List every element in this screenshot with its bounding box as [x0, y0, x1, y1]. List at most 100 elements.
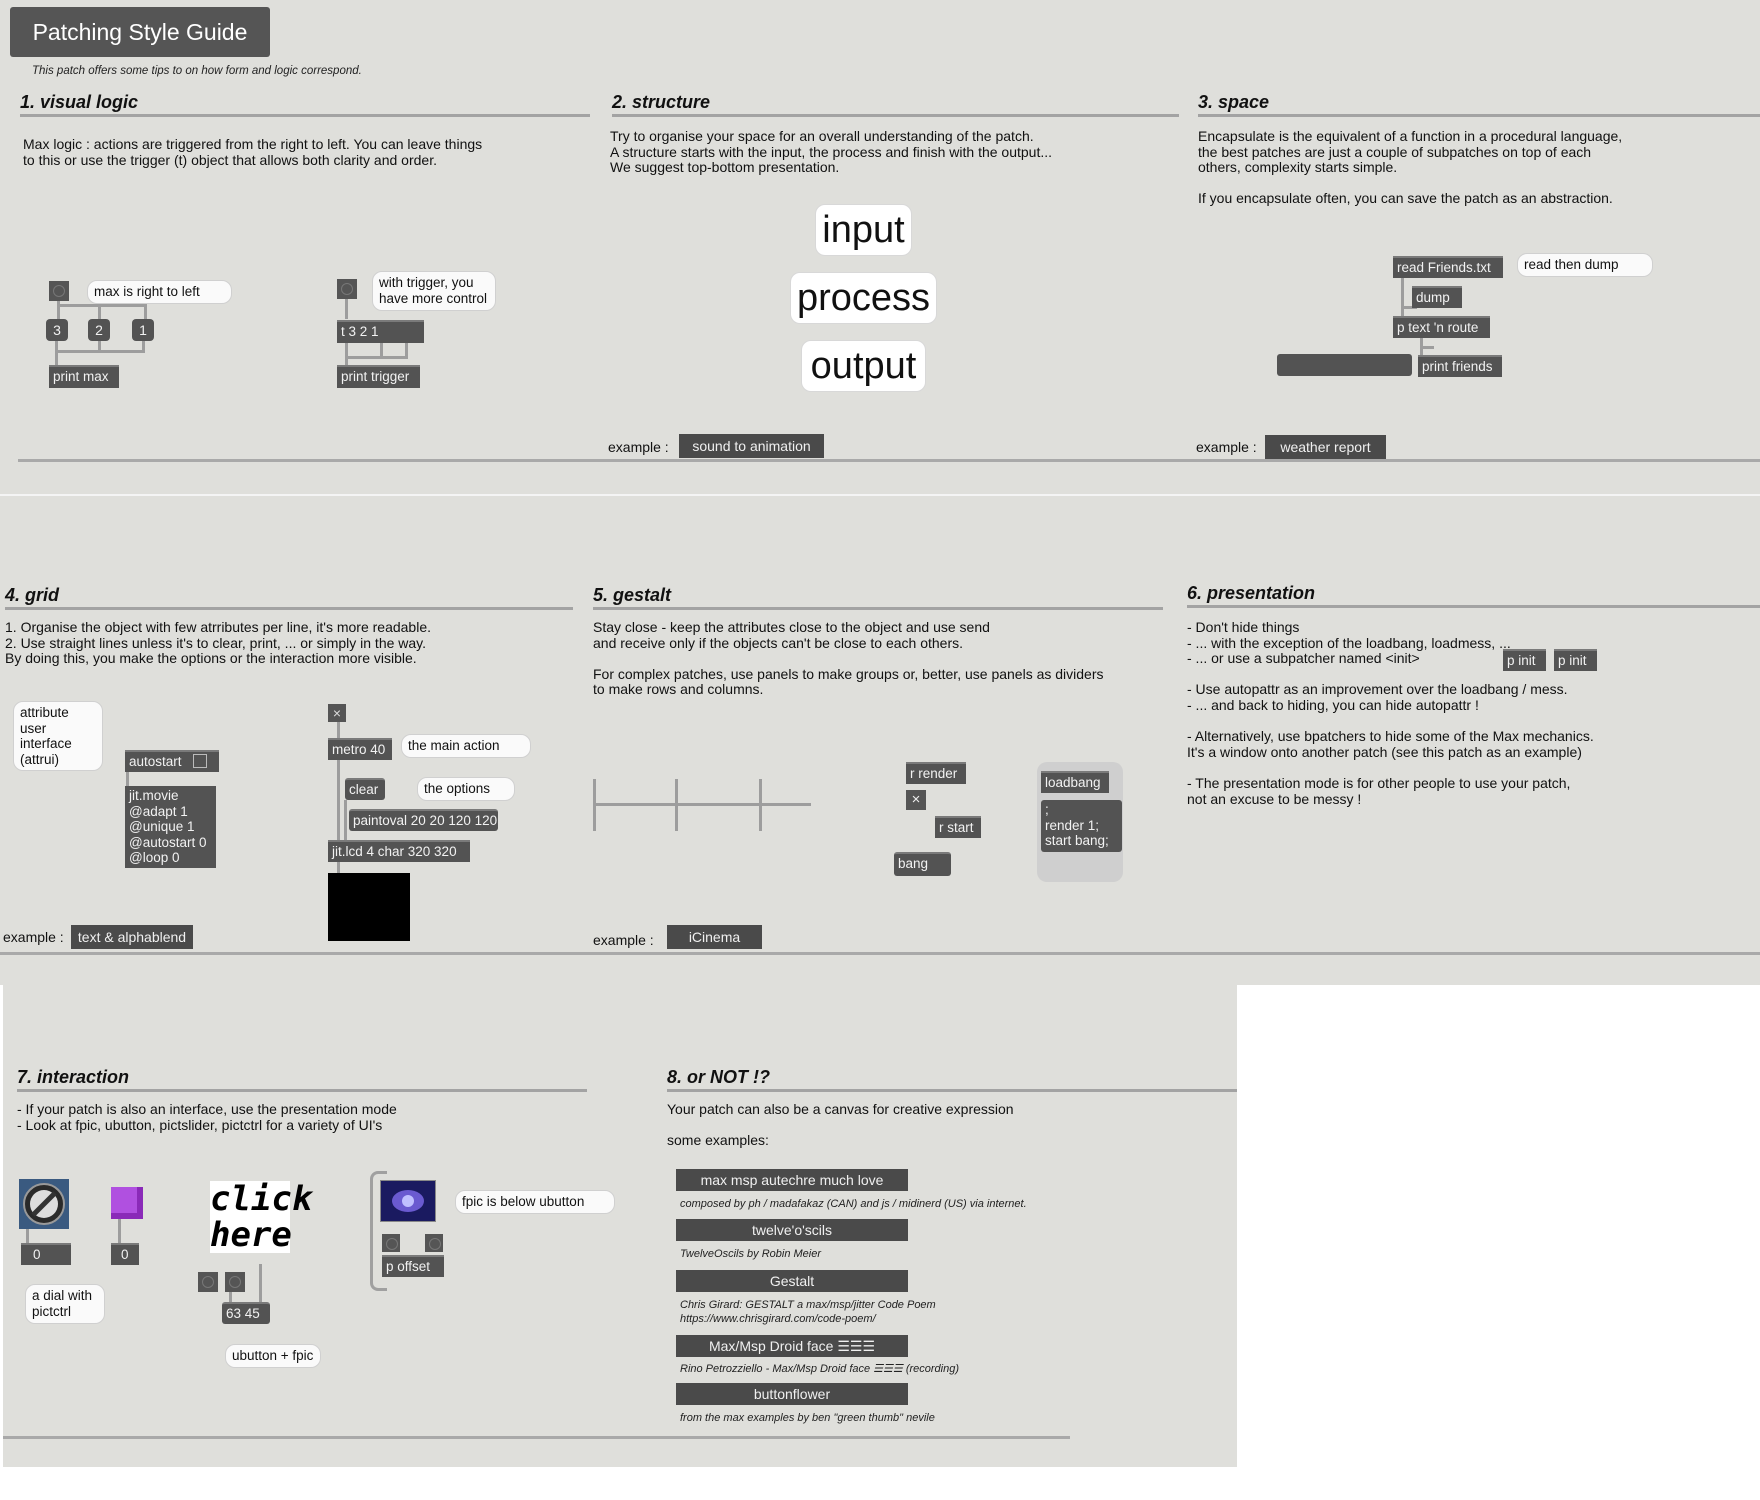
flow-process: process: [790, 272, 937, 324]
ubutton-bang-2[interactable]: [225, 1272, 245, 1292]
coords-message[interactable]: 63 45: [222, 1302, 270, 1324]
text-alphablend-button[interactable]: text & alphablend: [71, 925, 193, 949]
section8-some-examples: some examples:: [667, 1132, 769, 1148]
metro-object[interactable]: metro 40: [328, 738, 392, 760]
section7-rule: [17, 1089, 587, 1092]
print-max-object[interactable]: print max: [49, 365, 119, 388]
wire: [345, 341, 348, 366]
weather-report-button[interactable]: weather report: [1265, 435, 1386, 459]
bubble-attrui: attribute user interface (attrui): [13, 701, 103, 771]
message-1[interactable]: 1: [132, 319, 154, 341]
print-friends-object[interactable]: print friends: [1418, 355, 1502, 377]
grid-line: [593, 779, 596, 831]
example-droid-face-button[interactable]: Max/Msp Droid face ☰☰☰: [676, 1335, 908, 1357]
example-gestalt-button[interactable]: Gestalt: [676, 1270, 908, 1292]
bang-message[interactable]: bang: [894, 852, 951, 876]
wire: [98, 341, 101, 353]
wire: [344, 800, 347, 842]
section4-body: 1. Organise the object with few atrribut…: [5, 619, 431, 667]
section8-heading: 8. or NOT !?: [667, 1067, 770, 1087]
toggle-x-box[interactable]: ×: [328, 704, 346, 722]
dial-icon[interactable]: [19, 1179, 69, 1229]
section5-heading: 5. gestalt: [593, 585, 672, 605]
section3-example-label: example :: [1196, 439, 1257, 455]
bubble-read-then-dump: read then dump: [1517, 253, 1653, 277]
example-twelve-oscils-button[interactable]: twelve'o'scils: [676, 1219, 908, 1241]
clear-message[interactable]: clear: [345, 778, 385, 800]
autostart-checkbox[interactable]: [193, 754, 207, 768]
wire: [126, 770, 129, 786]
section4-heading: 4. grid: [5, 585, 60, 605]
section3-rule: [1198, 114, 1760, 117]
sound-to-animation-button[interactable]: sound to animation: [679, 434, 824, 458]
wire: [57, 304, 147, 307]
p-init-subpatch-2[interactable]: p init: [1554, 649, 1597, 671]
wire: [259, 1264, 262, 1304]
number-box-dial[interactable]: 0: [21, 1243, 71, 1265]
section8-body: Your patch can also be a canvas for crea…: [667, 1101, 1014, 1117]
trigger-object[interactable]: t 3 2 1: [337, 320, 424, 343]
section4-rule: [5, 607, 573, 610]
bubble-main-action: the main action: [401, 734, 531, 758]
wire: [1420, 346, 1434, 349]
dump-message[interactable]: dump: [1412, 286, 1462, 308]
bubble-ubutton-fpic: ubutton + fpic: [225, 1344, 321, 1368]
section4-example-label: example :: [3, 929, 64, 945]
purple-slider-icon[interactable]: [111, 1187, 143, 1219]
jit-movie-object[interactable]: jit.movie @adapt 1 @unique 1 @autostart …: [125, 786, 216, 868]
grid-line: [675, 779, 678, 831]
section2-heading: 2. structure: [612, 92, 711, 112]
section1-heading: 1. visual logic: [20, 92, 139, 112]
render-start-message[interactable]: ; render 1; start bang;: [1041, 800, 1122, 852]
r-start-object[interactable]: r start: [935, 816, 981, 838]
section5-rule: [593, 607, 1163, 610]
message-2[interactable]: 2: [88, 319, 110, 341]
paintoval-message[interactable]: paintoval 20 20 120 120: [349, 809, 498, 831]
click-here-fpic[interactable]: click here: [210, 1181, 312, 1253]
flow-input: input: [815, 204, 912, 256]
lcd-display[interactable]: [328, 873, 410, 941]
section1-body: Max logic : actions are triggered from t…: [23, 136, 483, 168]
wire: [55, 341, 58, 366]
bang-button-trigger[interactable]: [337, 279, 357, 299]
toggle-x-render[interactable]: ×: [906, 790, 926, 810]
empty-object-box[interactable]: [1277, 354, 1412, 376]
grid-line: [759, 779, 762, 831]
caption-twelve-oscils: TwelveOscils by Robin Meier: [680, 1248, 822, 1260]
section3-body: Encapsulate is the equivalent of a funct…: [1198, 128, 1623, 207]
text-route-subpatch[interactable]: p text 'n route: [1393, 316, 1490, 338]
section8-rule: [667, 1089, 1237, 1092]
print-trigger-object[interactable]: print trigger: [337, 365, 420, 388]
ubutton-bang-1[interactable]: [198, 1272, 218, 1292]
bubble-fpic-below: fpic is below ubutton: [455, 1190, 615, 1214]
bpatcher-bang-1[interactable]: [382, 1234, 400, 1252]
eye-image-icon[interactable]: [380, 1180, 436, 1222]
page-title: Patching Style Guide: [10, 7, 270, 57]
caption-autechre: composed by ph / madafakaz (CAN) and js …: [680, 1198, 1027, 1210]
bang-button-left[interactable]: [49, 281, 69, 301]
example-buttonflower-button[interactable]: buttonflower: [676, 1383, 908, 1405]
number-box-slider[interactable]: 0: [111, 1243, 139, 1265]
p-init-subpatch-1[interactable]: p init: [1503, 649, 1546, 671]
bubble-dial-pictctrl: a dial with pictctrl: [25, 1284, 105, 1324]
message-3[interactable]: 3: [46, 319, 68, 341]
loadbang-object[interactable]: loadbang: [1041, 771, 1109, 793]
section5-example-label: example :: [593, 932, 654, 948]
p-offset-subpatch[interactable]: p offset: [382, 1255, 444, 1277]
r-render-object[interactable]: r render: [906, 762, 966, 784]
section3-heading: 3. space: [1198, 92, 1270, 112]
icinema-button[interactable]: iCinema: [667, 925, 762, 949]
divider-row-3: [3, 1436, 1070, 1439]
flow-output: output: [801, 340, 926, 392]
section5-body: Stay close - keep the attributes close t…: [593, 619, 1104, 698]
jit-lcd-object[interactable]: jit.lcd 4 char 320 320: [328, 840, 470, 862]
wire: [144, 304, 147, 319]
bpatcher-bang-2[interactable]: [425, 1234, 443, 1252]
wire: [345, 356, 405, 359]
section7-heading: 7. interaction: [17, 1067, 130, 1087]
wire: [405, 341, 408, 359]
bubble-with-trigger: with trigger, you have more control: [372, 271, 496, 311]
section6-heading: 6. presentation: [1187, 583, 1316, 603]
read-friends-message[interactable]: read Friends.txt: [1393, 256, 1503, 278]
example-autechre-button[interactable]: max msp autechre much love: [676, 1169, 908, 1191]
